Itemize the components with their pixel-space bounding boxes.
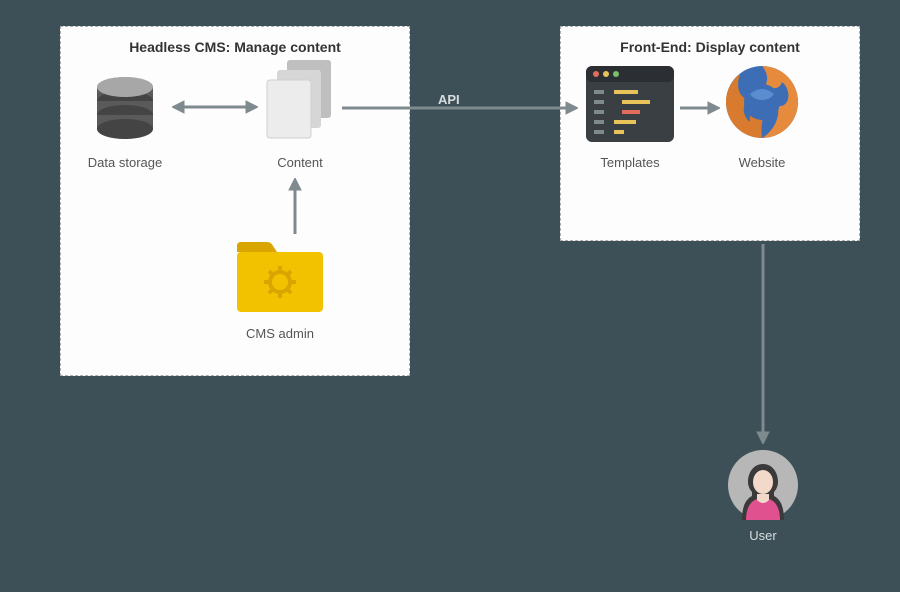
arrow-templates-to-website (680, 99, 720, 117)
cms-admin-label: CMS admin (235, 326, 325, 341)
arrow-cmsadmin-to-content (286, 178, 304, 234)
frontend-title: Front-End: Display content (561, 39, 859, 55)
templates-label: Templates (583, 155, 677, 170)
content-documents-icon (265, 60, 335, 148)
user-avatar-icon (728, 450, 798, 520)
content-label: Content (260, 155, 340, 170)
website-label: Website (720, 155, 804, 170)
user-label: User (728, 528, 798, 543)
api-label: API (438, 92, 460, 107)
arrow-db-content-bidirectional (172, 98, 258, 116)
data-storage-label: Data storage (75, 155, 175, 170)
templates-code-editor-icon (586, 66, 674, 142)
database-icon (90, 75, 160, 145)
browser-firefox-icon (720, 60, 804, 144)
headless-cms-title: Headless CMS: Manage content (61, 39, 409, 55)
cms-admin-folder-icon (235, 240, 325, 315)
arrow-api-to-frontend (342, 99, 578, 117)
arrow-website-to-user (754, 244, 772, 444)
